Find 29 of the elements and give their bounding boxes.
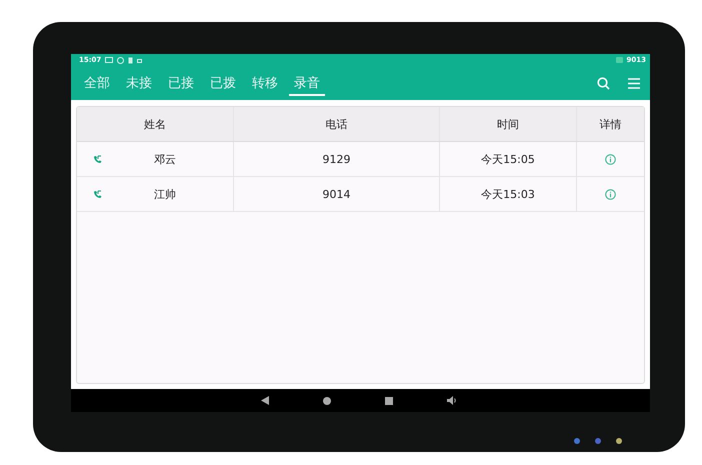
search-icon[interactable] [597,76,610,90]
call-time: 今天15:05 [440,142,577,176]
tab[interactable]: 已拨 [205,70,241,96]
sync-icon [117,56,124,64]
phone-icon [616,57,623,63]
incoming-call-icon [93,190,102,198]
notification-icon [105,56,114,64]
menu-icon[interactable] [628,78,640,88]
tab[interactable]: 已接 [163,70,199,96]
column-header: 时间 [440,107,577,141]
phone-number: 9014 [234,177,440,211]
tab[interactable]: 录音 [289,70,325,96]
recents-icon[interactable] [385,396,393,404]
call-row[interactable]: 邓云 9129 今天15:05 [77,142,644,177]
back-icon[interactable] [261,396,269,405]
phone-number: 9129 [234,142,440,176]
home-icon[interactable] [323,396,331,404]
column-header: 电话 [234,107,440,141]
call-time: 今天15:03 [440,177,577,211]
contact-name: 邓云 [154,152,176,166]
call-row[interactable]: 江帅 9014 今天15:03 [77,177,644,212]
tab[interactable]: 未接 [121,70,157,96]
tab[interactable]: 全部 [79,70,115,96]
column-header: 详情 [598,116,622,132]
contact-name: 江帅 [154,186,176,202]
column-header: 姓名 [77,107,234,141]
incoming-call-icon [93,154,102,164]
volume-icon[interactable] [447,396,457,405]
tab[interactable]: 转移 [247,70,283,96]
